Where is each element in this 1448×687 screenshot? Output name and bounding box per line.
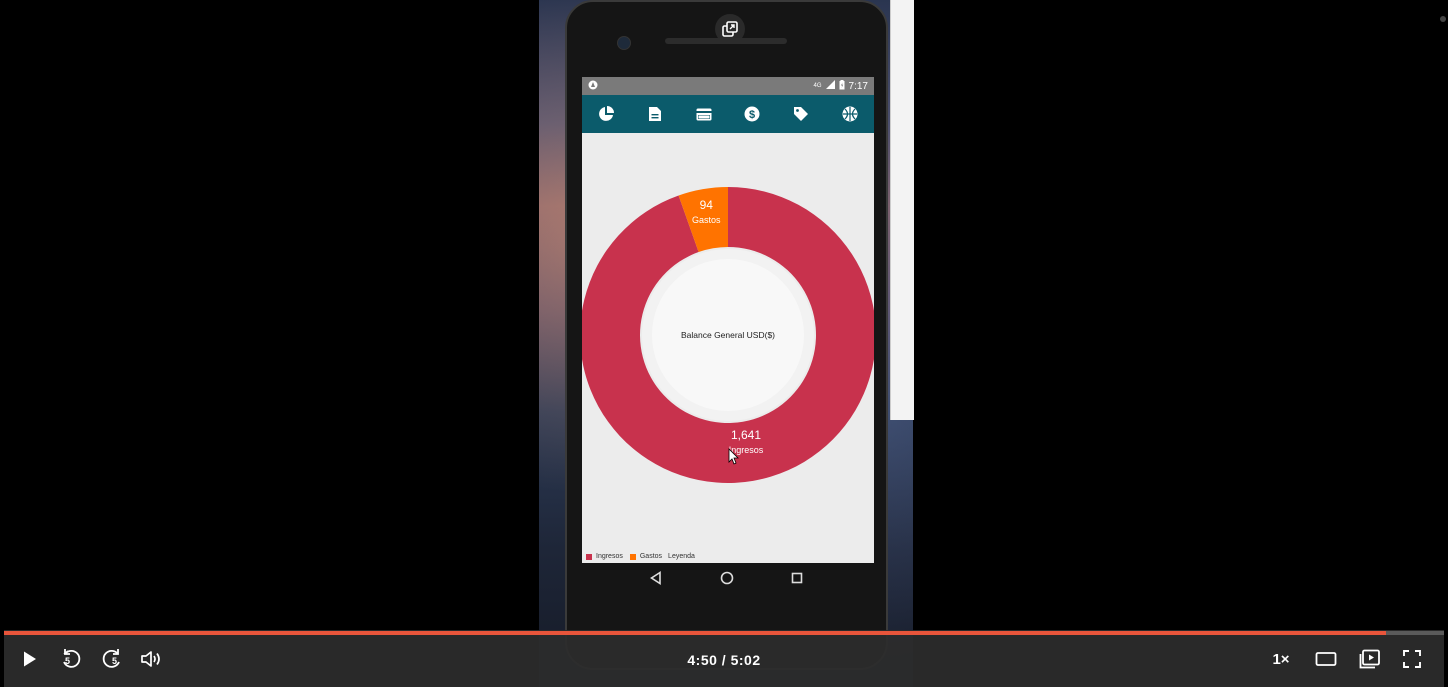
- recents-icon[interactable]: [791, 571, 803, 589]
- app-screen: 4G 7:17 $ 1,641 Ingresos 94 Gastos Balance G…: [582, 77, 874, 563]
- pip-icon: [1359, 649, 1380, 669]
- fullscreen-button[interactable]: [1400, 646, 1424, 672]
- slice-label-gastos: Gastos: [692, 215, 721, 225]
- value-label-gastos: 94: [700, 198, 714, 212]
- value-label-ingresos: 1,641: [731, 428, 761, 442]
- document-icon[interactable]: [645, 104, 665, 124]
- picture-in-picture-button[interactable]: [1358, 646, 1382, 672]
- progress-fill: [4, 631, 1387, 635]
- chart-legend: Ingresos Gastos Leyenda: [586, 553, 695, 560]
- indicator-dot: [1440, 16, 1446, 22]
- center-label: Balance General USD($): [681, 330, 775, 340]
- signal-icon: [825, 80, 835, 92]
- donut-chart[interactable]: 1,641 Ingresos 94 Gastos Balance General USD…: [582, 133, 874, 563]
- tag-icon[interactable]: [791, 104, 811, 124]
- legend-swatch-ingresos: [586, 553, 592, 560]
- theater-icon: [1315, 652, 1337, 666]
- legend-swatch-gastos: [629, 553, 636, 560]
- status-time: 7:17: [848, 80, 868, 92]
- balance-chart[interactable]: 1,641 Ingresos 94 Gastos Balance General USD…: [582, 133, 874, 563]
- speed-button[interactable]: 1×: [1268, 646, 1294, 672]
- battery-icon: [839, 79, 845, 93]
- legend-label-gastos: Gastos: [639, 553, 663, 560]
- video-frame[interactable]: 4G 7:17 $ 1,641 Ingresos 94 Gastos Balance G…: [4, 0, 1444, 687]
- legend-title: Leyenda: [668, 553, 695, 560]
- sports-icon[interactable]: [840, 104, 860, 124]
- theater-mode-button[interactable]: [1314, 646, 1338, 672]
- background-window: [890, 0, 914, 420]
- status-bar: 4G 7:17: [582, 77, 874, 95]
- home-icon[interactable]: [720, 571, 734, 590]
- network-label: 4G: [813, 83, 822, 89]
- pie-chart-icon[interactable]: [596, 104, 616, 124]
- speed-label: 1×: [1272, 650, 1290, 668]
- svg-text:$: $: [749, 109, 755, 121]
- dollar-icon[interactable]: $: [742, 104, 762, 124]
- back-icon[interactable]: [649, 570, 663, 590]
- phone-camera: [617, 36, 631, 50]
- player-controls: 5 5 4:50 / 5:02 1×: [4, 630, 1444, 687]
- notification-icon: [588, 80, 598, 93]
- legend-label-ingresos: Ingresos: [596, 553, 623, 560]
- fullscreen-icon: [1403, 650, 1421, 668]
- phone-emulator: 4G 7:17 $ 1,641 Ingresos 94 Gastos Balance G…: [565, 0, 888, 670]
- app-toolbar: $: [582, 95, 874, 133]
- phone-speaker: [665, 38, 787, 44]
- progress-bar[interactable]: [4, 631, 1444, 635]
- android-nav-bar: [580, 564, 872, 596]
- time-display: 4:50 / 5:02: [687, 652, 761, 668]
- credit-card-icon[interactable]: [694, 104, 714, 124]
